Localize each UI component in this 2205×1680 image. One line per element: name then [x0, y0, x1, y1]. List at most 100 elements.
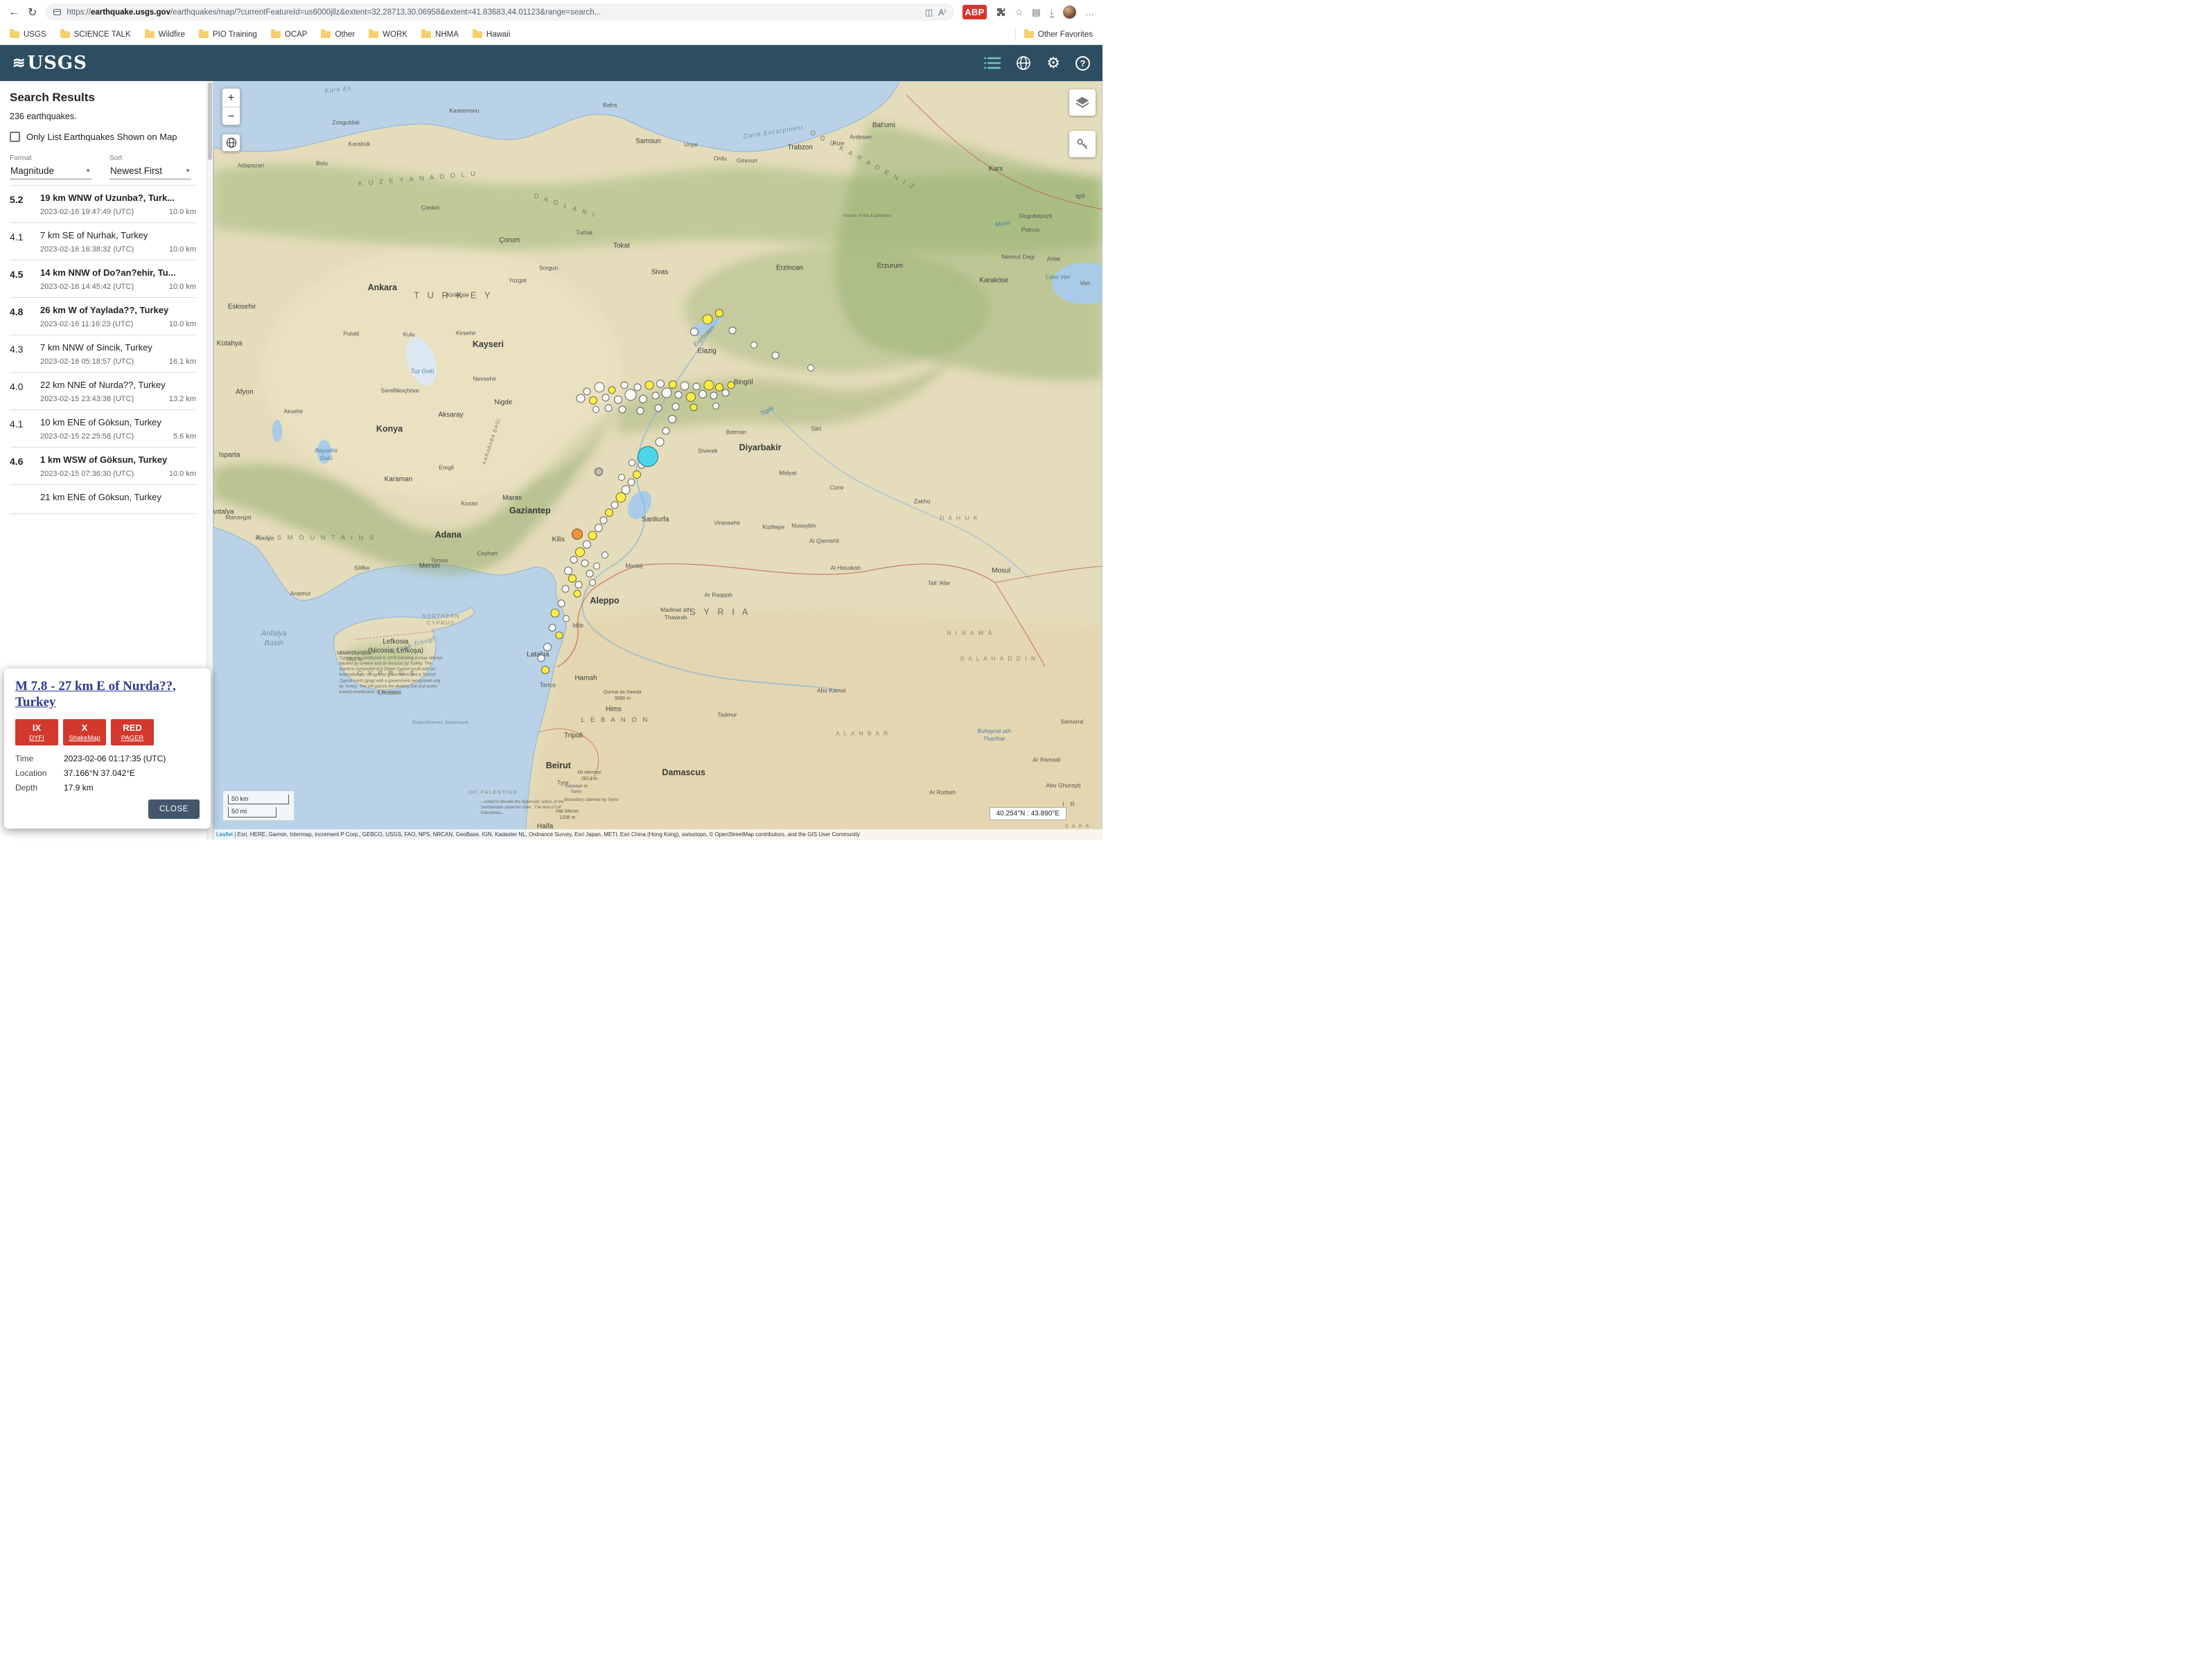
- earthquake-marker[interactable]: [600, 517, 608, 524]
- legend-button[interactable]: [1069, 131, 1096, 157]
- close-button[interactable]: CLOSE: [148, 799, 200, 819]
- earthquake-marker[interactable]: [588, 531, 597, 540]
- favorites-icon[interactable]: ☆: [1015, 7, 1024, 18]
- earthquake-marker[interactable]: [651, 392, 659, 400]
- earthquake-marker[interactable]: [605, 509, 613, 517]
- earthquake-marker[interactable]: [771, 352, 779, 360]
- earthquake-marker[interactable]: [636, 407, 644, 415]
- usgs-logo[interactable]: ≋ USGS: [12, 53, 87, 73]
- earthquake-marker[interactable]: [538, 655, 545, 662]
- earthquake-marker[interactable]: [614, 396, 622, 404]
- earthquake-marker[interactable]: [620, 382, 628, 389]
- earthquake-marker[interactable]: [672, 403, 680, 410]
- earthquake-marker[interactable]: [575, 547, 585, 557]
- earthquake-marker[interactable]: [692, 383, 700, 391]
- earthquake-list-item[interactable]: 4.0 22 km NNE of Nurda??, Turkey 2023-02…: [10, 373, 196, 410]
- bookmark-folder[interactable]: USGS: [10, 30, 46, 39]
- earthquake-marker[interactable]: [690, 328, 699, 336]
- earthquake-marker[interactable]: [604, 404, 612, 412]
- earthquake-marker[interactable]: [576, 394, 585, 403]
- collections-icon[interactable]: ▤: [1032, 7, 1040, 18]
- earthquake-marker[interactable]: [712, 403, 719, 409]
- help-icon[interactable]: ?: [1075, 56, 1090, 71]
- bookmark-folder[interactable]: OCAP: [271, 30, 308, 39]
- impact-badge[interactable]: RED PAGER: [111, 719, 154, 745]
- format-select[interactable]: Magnitude ▼: [10, 164, 91, 179]
- earthquake-marker[interactable]: [689, 403, 697, 411]
- earthquake-marker[interactable]: [686, 392, 696, 402]
- earthquake-marker[interactable]: [680, 382, 689, 391]
- earthquake-marker[interactable]: [656, 380, 665, 388]
- profile-avatar[interactable]: [1063, 6, 1076, 19]
- earthquake-marker[interactable]: [573, 590, 581, 598]
- earthquake-marker[interactable]: [639, 395, 647, 403]
- sort-select[interactable]: Newest First ▼: [109, 164, 191, 179]
- bookmark-folder[interactable]: Wildfire: [145, 30, 185, 39]
- only-list-checkbox[interactable]: [10, 132, 20, 142]
- earthquake-marker[interactable]: [592, 406, 599, 413]
- earthquake-marker[interactable]: [610, 502, 618, 509]
- earthquake-marker[interactable]: [581, 560, 589, 567]
- site-info-icon[interactable]: [53, 9, 61, 15]
- address-bar[interactable]: https://earthquake.usgs.gov/earthquakes/…: [45, 3, 954, 21]
- earthquake-marker[interactable]: [644, 381, 653, 390]
- earthquake-marker[interactable]: [654, 404, 662, 412]
- zoom-in-button[interactable]: +: [222, 89, 240, 107]
- split-screen-icon[interactable]: ◫: [925, 8, 933, 17]
- settings-gear-icon[interactable]: ⚙: [1046, 54, 1060, 72]
- earthquake-marker[interactable]: [589, 396, 597, 405]
- earthquake-marker[interactable]: [562, 585, 570, 592]
- earthquake-marker[interactable]: [668, 415, 676, 423]
- zoom-out-button[interactable]: −: [222, 107, 240, 125]
- earthquake-marker[interactable]: [633, 470, 641, 479]
- other-favorites[interactable]: Other Favorites: [1024, 30, 1093, 39]
- impact-badge[interactable]: IX DYFI: [15, 719, 58, 745]
- earthquake-list-item[interactable]: 4.3 7 km NNW of Sincik, Turkey 2023-02-1…: [10, 335, 196, 373]
- earthquake-list-item[interactable]: 4.5 14 km NNW of Do?an?ehir, Tu... 2023-…: [10, 260, 196, 298]
- earthquake-marker[interactable]: [601, 551, 608, 558]
- earthquake-marker[interactable]: [615, 493, 626, 503]
- map-canvas[interactable]: T U R K E YS Y R I AL E B A N O NC Y P R…: [213, 81, 1102, 840]
- earthquake-marker[interactable]: [572, 529, 583, 540]
- impact-badge[interactable]: X ShakeMap: [63, 719, 106, 745]
- list-toggle-icon[interactable]: [984, 57, 1001, 69]
- earthquake-list-item[interactable]: 5.2 19 km WNW of Uzunba?, Turk... 2023-0…: [10, 186, 196, 223]
- earthquake-marker[interactable]: [662, 427, 670, 434]
- earthquake-marker[interactable]: [699, 390, 707, 398]
- earthquake-marker[interactable]: [541, 666, 550, 674]
- read-aloud-icon[interactable]: A⁾: [938, 8, 946, 17]
- earthquake-marker[interactable]: [557, 600, 565, 608]
- earthquake-marker[interactable]: [595, 524, 603, 532]
- earthquake-marker[interactable]: [608, 386, 615, 394]
- earthquake-marker[interactable]: [628, 479, 635, 486]
- earthquake-marker[interactable]: [619, 406, 626, 414]
- bookmark-folder[interactable]: Hawaii: [473, 30, 511, 39]
- earthquake-marker[interactable]: [662, 388, 672, 398]
- badge-link[interactable]: PAGER: [111, 734, 154, 742]
- refresh-icon[interactable]: ↻: [28, 6, 37, 19]
- earthquake-marker[interactable]: [570, 556, 577, 563]
- earthquake-marker[interactable]: [703, 380, 714, 391]
- earthquake-marker[interactable]: [710, 392, 718, 400]
- earthquake-marker[interactable]: [750, 342, 757, 348]
- earthquake-marker[interactable]: [669, 380, 677, 389]
- earthquake-marker[interactable]: [583, 540, 591, 549]
- home-extent-button[interactable]: [222, 134, 240, 152]
- earthquake-list-item[interactable]: 4.1 10 km ENE of Göksun, Turkey 2023-02-…: [10, 410, 196, 448]
- earthquake-marker[interactable]: [550, 608, 559, 617]
- earthquake-marker[interactable]: [729, 327, 737, 335]
- earthquake-marker[interactable]: [556, 632, 563, 639]
- earthquake-marker[interactable]: [586, 569, 593, 577]
- earthquake-marker[interactable]: [583, 387, 590, 395]
- earthquake-list-item[interactable]: 21 km ENE of Göksun, Turkey: [10, 485, 196, 514]
- earthquake-marker[interactable]: [543, 643, 552, 651]
- earthquake-marker[interactable]: [675, 391, 683, 399]
- earthquake-marker[interactable]: [624, 389, 636, 401]
- earthquake-marker[interactable]: [722, 389, 730, 397]
- bookmark-folder[interactable]: PIO Training: [199, 30, 257, 39]
- downloads-icon[interactable]: ↓: [1050, 7, 1055, 17]
- extensions-icon[interactable]: [996, 7, 1006, 17]
- earthquake-marker[interactable]: [589, 579, 596, 586]
- bookmark-folder[interactable]: Other: [321, 30, 355, 39]
- leaflet-link[interactable]: Leaflet: [216, 831, 233, 838]
